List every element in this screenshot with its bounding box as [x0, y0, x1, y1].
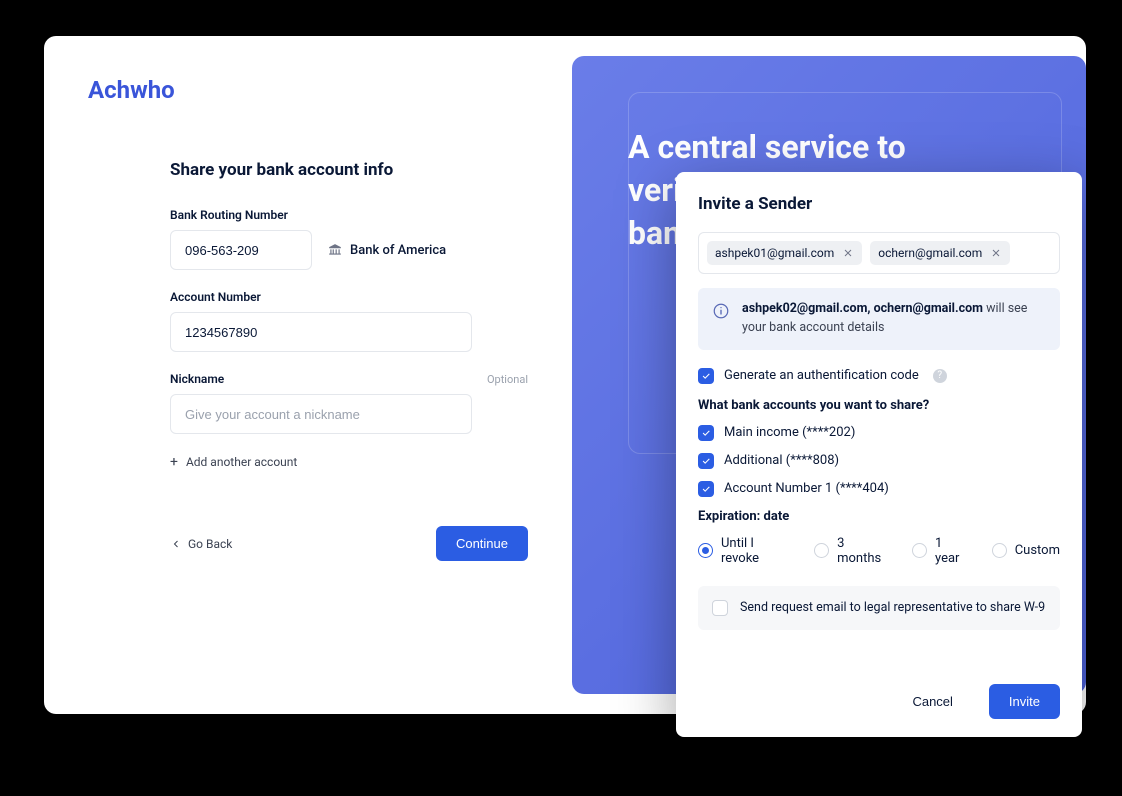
info-text: ashpek02@gmail.com, ochern@gmail.com wil… [742, 300, 1046, 338]
radio-label: Until I revoke [721, 536, 788, 566]
invite-button[interactable]: Invite [989, 684, 1060, 719]
account-option-label: Additional (****808) [724, 453, 839, 468]
info-notice: ashpek02@gmail.com, ochern@gmail.com wil… [698, 288, 1060, 350]
radio-checked-icon [698, 543, 713, 558]
radio-option-3-months[interactable]: 3 months [814, 536, 886, 566]
checkbox-checked-icon [698, 368, 714, 384]
add-account-label: Add another account [186, 455, 297, 469]
checkbox-empty-icon [712, 600, 728, 616]
continue-button[interactable]: Continue [436, 526, 528, 561]
nickname-field: Nickname Optional [170, 372, 528, 434]
form-title: Share your bank account info [170, 160, 528, 180]
expiration-label: Expiration: date [698, 509, 1060, 524]
form-actions: Go Back Continue [170, 526, 528, 561]
bank-name: Bank of America [328, 243, 446, 258]
chip-label: ashpek01@gmail.com [715, 246, 834, 260]
bank-form: Share your bank account info Bank Routin… [88, 160, 528, 561]
generate-code-label: Generate an authentification code [724, 368, 919, 383]
account-option[interactable]: Main income (****202) [698, 425, 1060, 441]
account-option[interactable]: Additional (****808) [698, 453, 1060, 469]
routing-label: Bank Routing Number [170, 208, 528, 222]
radio-option-custom[interactable]: Custom [992, 536, 1060, 566]
routing-input[interactable] [170, 230, 312, 270]
chip-label: ochern@gmail.com [878, 246, 982, 260]
radio-icon [912, 543, 927, 558]
info-icon [712, 302, 730, 320]
checkbox-checked-icon [698, 453, 714, 469]
help-icon[interactable]: ? [933, 369, 947, 383]
nickname-input[interactable] [170, 394, 472, 434]
routing-field: Bank Routing Number Bank of America [170, 208, 528, 270]
go-back-link[interactable]: Go Back [170, 537, 232, 551]
email-chip: ochern@gmail.com [870, 241, 1010, 265]
radio-label: 1 year [935, 536, 966, 566]
nickname-optional: Optional [487, 373, 528, 386]
share-question: What bank accounts you want to share? [698, 398, 1060, 413]
account-field: Account Number [170, 290, 528, 352]
invite-sender-modal: Invite a Sender ashpek01@gmail.com ocher… [676, 172, 1082, 737]
go-back-label: Go Back [188, 537, 232, 551]
account-label: Account Number [170, 290, 528, 304]
account-option-label: Account Number 1 (****404) [724, 481, 889, 496]
radio-label: 3 months [837, 536, 886, 566]
bank-name-text: Bank of America [350, 243, 446, 258]
w9-label: Send request email to legal representati… [740, 600, 1045, 615]
account-option-label: Main income (****202) [724, 425, 855, 440]
arrow-left-icon [170, 538, 182, 550]
radio-option-1-year[interactable]: 1 year [912, 536, 966, 566]
cancel-button[interactable]: Cancel [892, 684, 972, 719]
modal-title: Invite a Sender [698, 194, 1060, 214]
email-chips-input[interactable]: ashpek01@gmail.com ochern@gmail.com [698, 232, 1060, 274]
modal-actions: Cancel Invite [698, 684, 1060, 719]
checkbox-checked-icon [698, 481, 714, 497]
add-account-link[interactable]: + Add another account [170, 454, 528, 470]
radio-option-until-revoke[interactable]: Until I revoke [698, 536, 788, 566]
radio-icon [992, 543, 1007, 558]
checkbox-checked-icon [698, 425, 714, 441]
chip-remove-icon[interactable] [842, 247, 854, 259]
share-accounts-list: Main income (****202) Additional (****80… [698, 425, 1060, 497]
generate-code-row[interactable]: Generate an authentification code ? [698, 368, 1060, 384]
radio-label: Custom [1015, 543, 1060, 558]
nickname-label: Nickname [170, 372, 224, 386]
left-panel: Achwho Share your bank account info Bank… [44, 36, 572, 714]
chip-remove-icon[interactable] [990, 247, 1002, 259]
account-option[interactable]: Account Number 1 (****404) [698, 481, 1060, 497]
logo: Achwho [88, 76, 528, 104]
bank-icon [328, 243, 342, 257]
radio-icon [814, 543, 829, 558]
email-chip: ashpek01@gmail.com [707, 241, 862, 265]
expiration-options: Until I revoke 3 months 1 year Custom [698, 536, 1060, 566]
plus-icon: + [170, 454, 178, 470]
w9-request-row[interactable]: Send request email to legal representati… [698, 586, 1060, 630]
account-input[interactable] [170, 312, 472, 352]
